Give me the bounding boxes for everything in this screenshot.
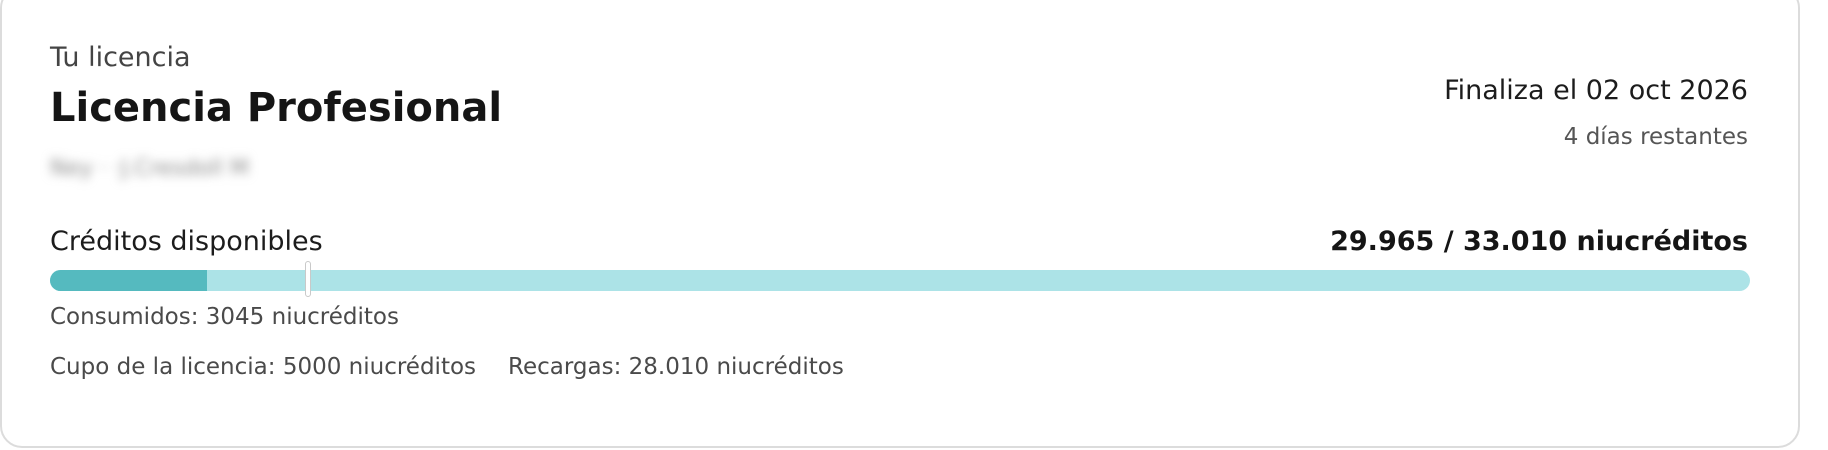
recharges-text: Recargas: 28.010 niucréditos	[508, 354, 844, 380]
license-eyebrow: Tu licencia	[50, 42, 191, 73]
license-card: Tu licencia Licencia Profesional Ney · ·…	[0, 0, 1800, 448]
credits-breakdown: Cupo de la licencia: 5000 niucréditos Re…	[50, 354, 844, 380]
credits-progress-bar	[50, 261, 1750, 297]
license-title: Licencia Profesional	[50, 85, 503, 131]
license-expiry-date: Finaliza el 02 oct 2026	[1444, 75, 1748, 106]
credits-consumed-fill	[50, 270, 207, 291]
license-quota-text: Cupo de la licencia: 5000 niucréditos	[50, 354, 477, 380]
license-quota-marker	[304, 261, 311, 297]
masked-account-identifier: Ney · ·J.Cresdoll M	[50, 156, 250, 181]
license-days-remaining: 4 días restantes	[1563, 124, 1748, 150]
credits-consumed-text: Consumidos: 3045 niucréditos	[50, 304, 399, 330]
credits-available-total: 29.965 / 33.010 niucréditos	[1330, 226, 1748, 257]
credits-label: Créditos disponibles	[50, 226, 323, 257]
